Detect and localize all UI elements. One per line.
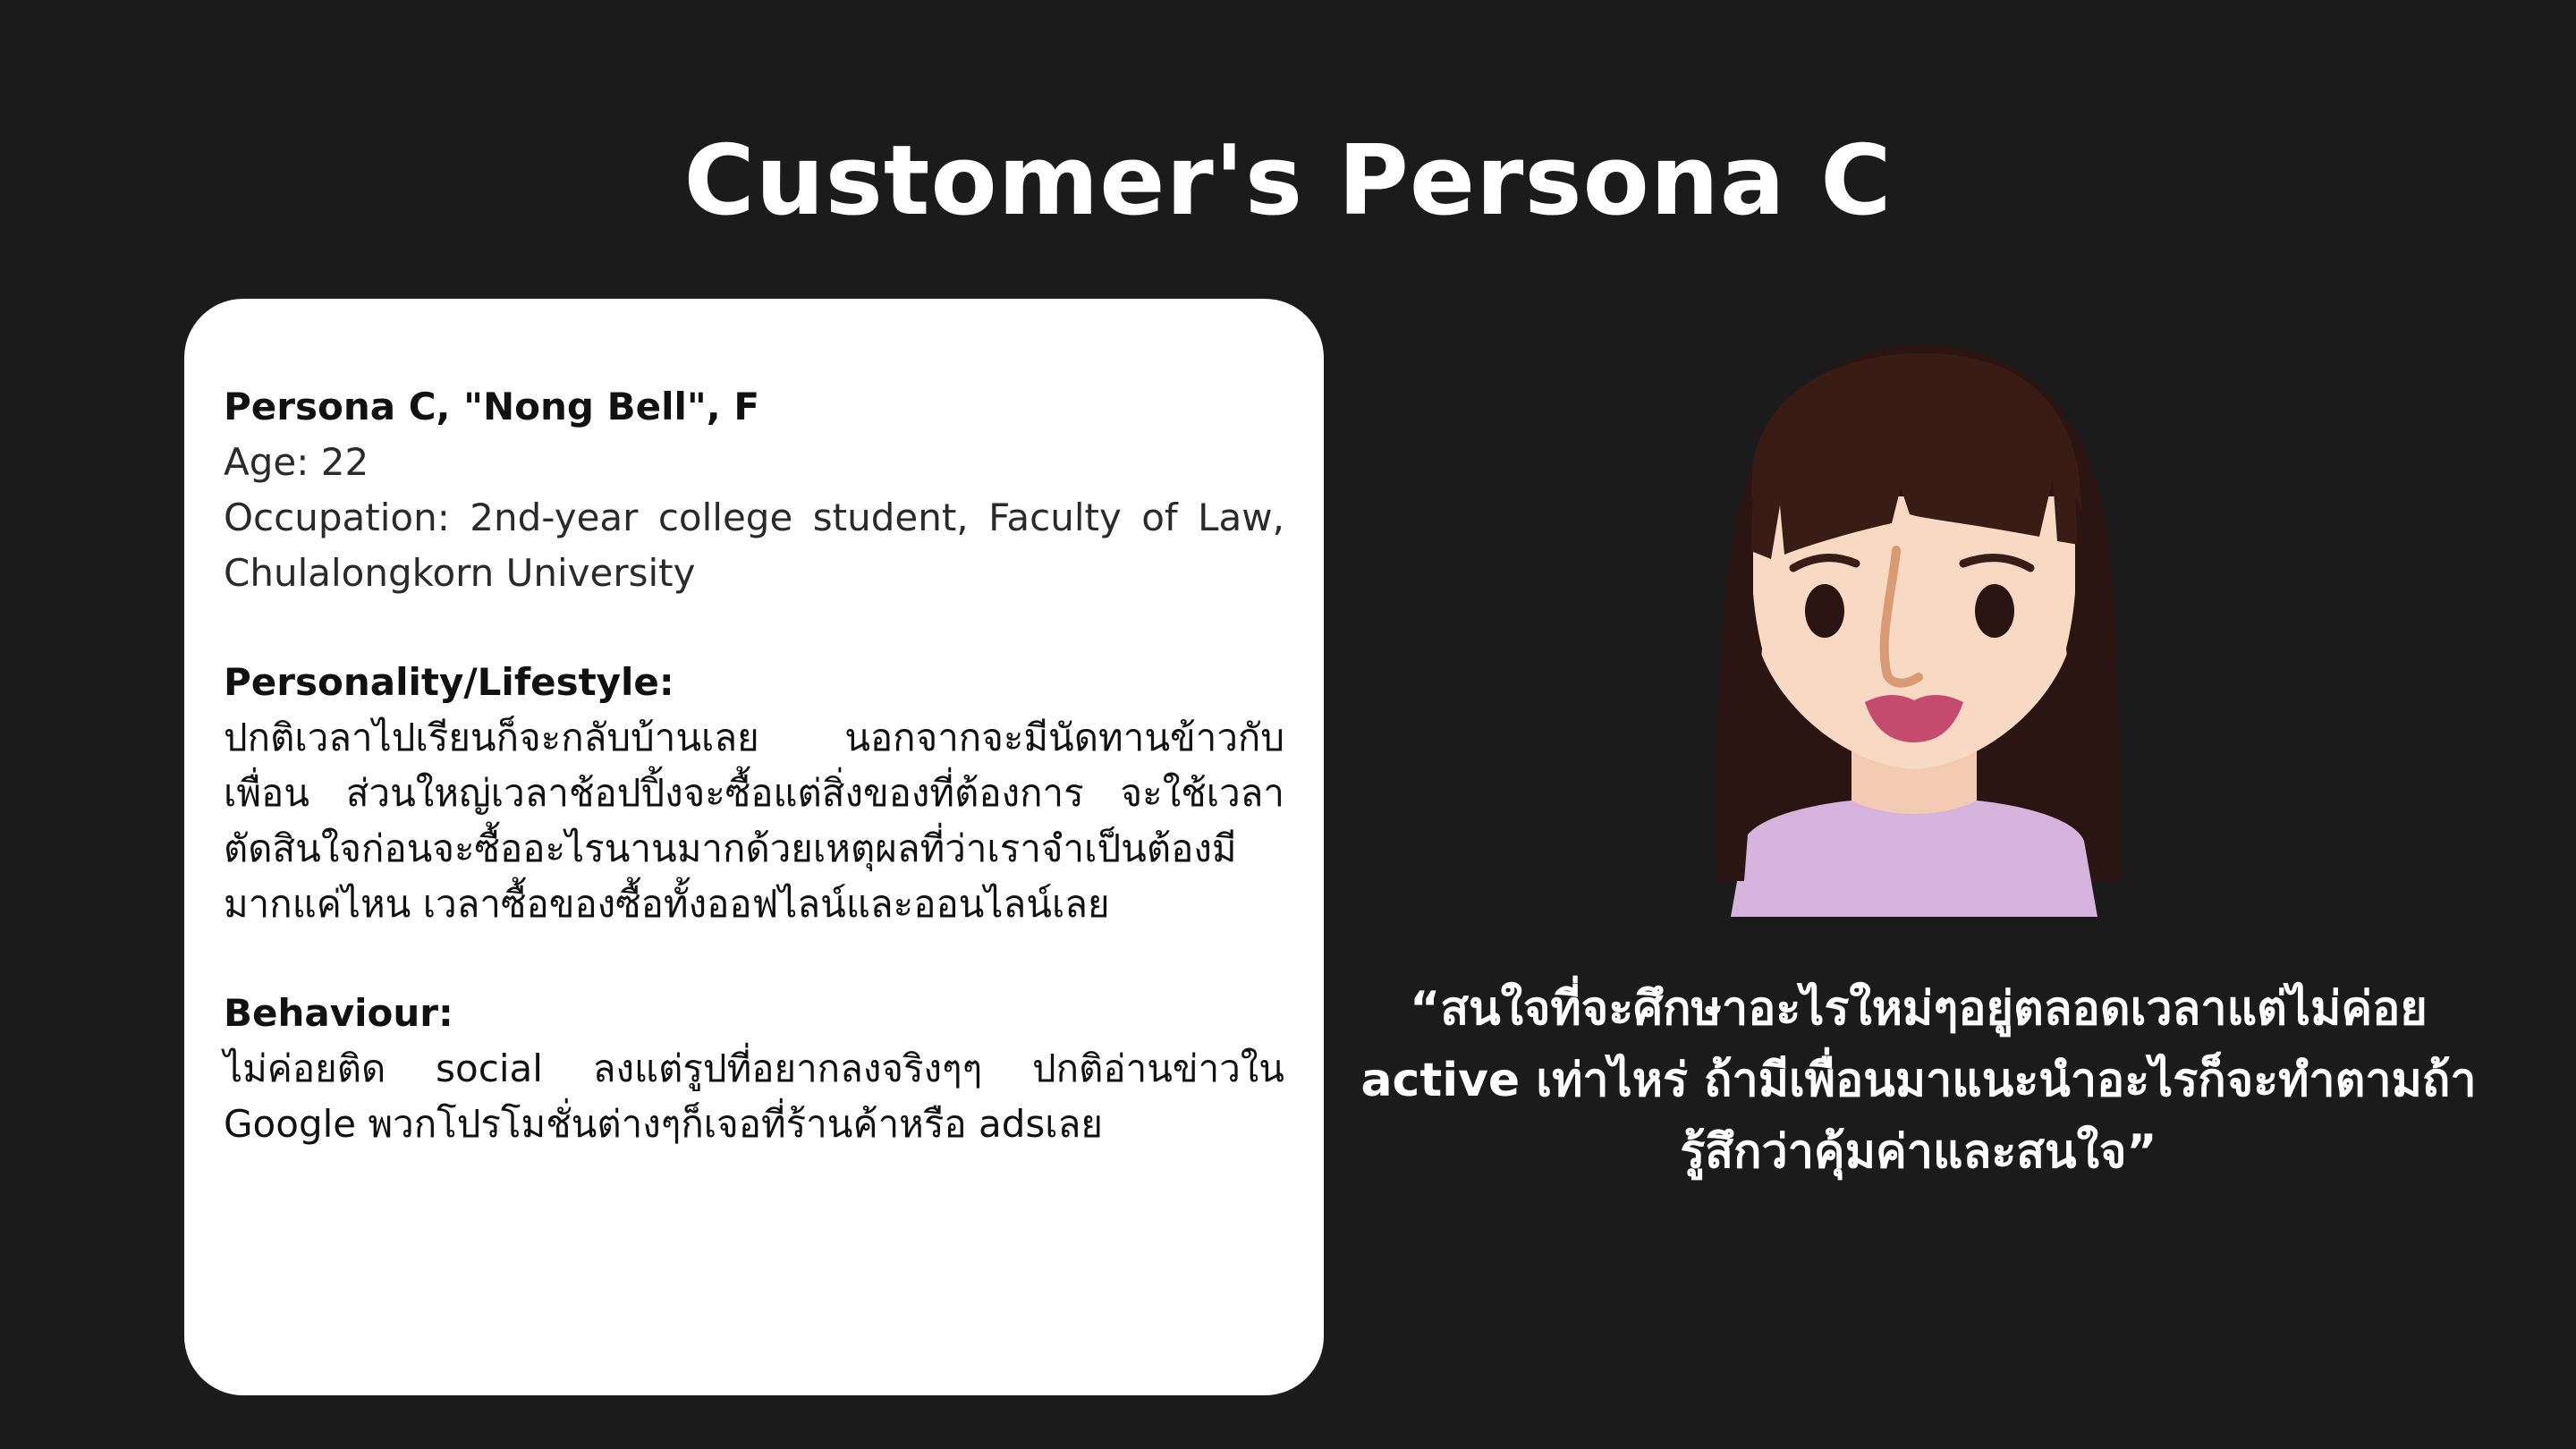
behaviour-text: ไม่ค่อยติด social ลงแต่รูปที่อยากลงจริงๆ… [224,1046,1284,1146]
persona-name: Persona C, "Nong Bell", F [224,385,760,428]
persona-card: Persona C, "Nong Bell", F Age: 22 Occupa… [184,299,1324,1395]
personality-heading: Personality/Lifestyle: [224,660,674,704]
persona-age: Age: 22 [224,440,369,484]
page-title: Customer's Persona C [683,125,1893,237]
woman-avatar-icon [1716,344,2120,917]
behaviour-heading: Behaviour: [224,991,453,1035]
persona-quote: “สนใจที่จะศึกษาอะไรใหม่ๆอยู่ตลอดเวลาแต่ไ… [1360,982,2477,1179]
personality-text: ปกติเวลาไปเรียนก็จะกลับบ้านเลย นอกจากจะม… [224,716,1284,926]
persona-occupation: Occupation: 2nd-year college student, Fa… [224,496,1284,595]
